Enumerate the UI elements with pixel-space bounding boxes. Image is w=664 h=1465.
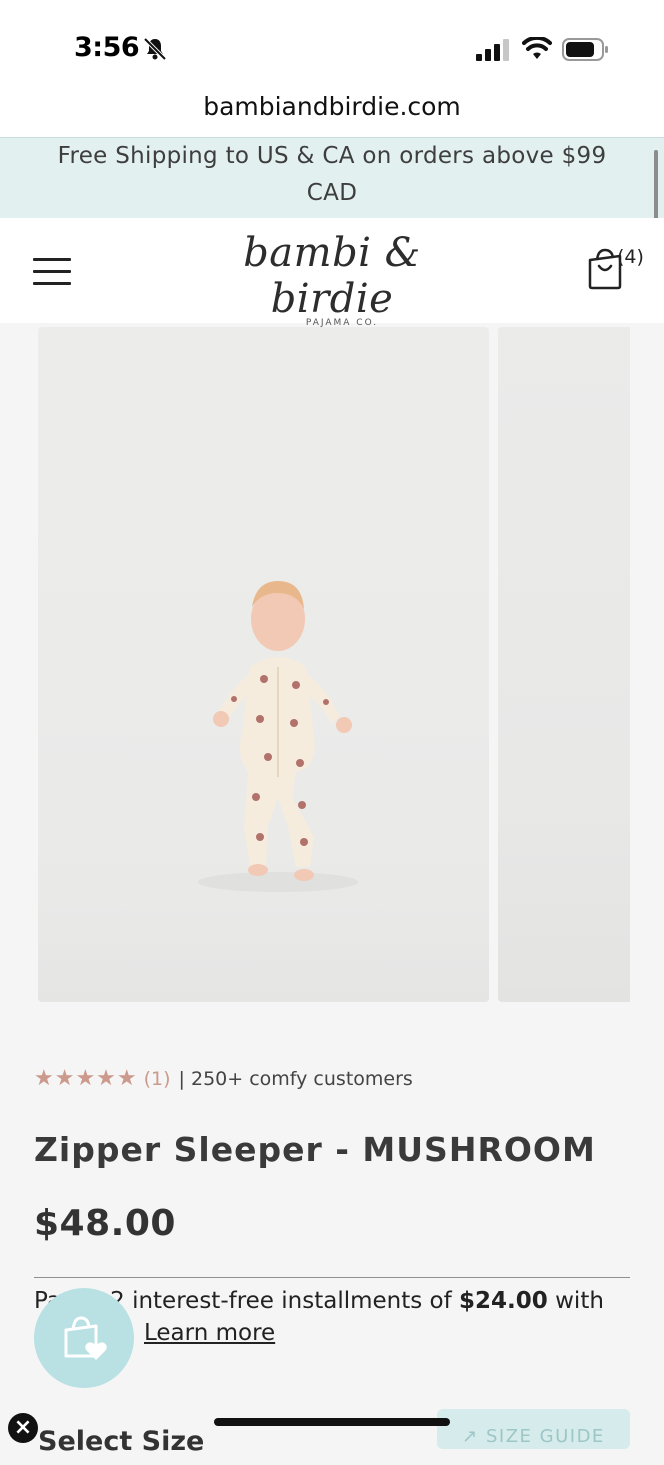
url-bar[interactable]: bambiandbirdie.com bbox=[0, 92, 664, 121]
logo[interactable]: bambi & birdie PAJAMA CO. bbox=[190, 230, 474, 328]
product-photo-main[interactable] bbox=[38, 327, 489, 1002]
product-price: $48.00 bbox=[34, 1203, 176, 1244]
product-title: Zipper Sleeper - MUSHROOM bbox=[34, 1130, 596, 1169]
product-photo-next[interactable] bbox=[498, 327, 630, 1002]
site-header: bambi & birdie PAJAMA CO. (4) bbox=[0, 218, 664, 328]
review-count[interactable]: (1) bbox=[144, 1068, 171, 1090]
baby-in-sleeper-illustration bbox=[198, 581, 358, 892]
close-icon[interactable]: × bbox=[8, 1413, 38, 1443]
signal-icon bbox=[476, 39, 510, 65]
rating-stars: ★★★★★ bbox=[34, 1066, 138, 1091]
cart-count[interactable]: (4) bbox=[617, 246, 644, 268]
installment-amount: $24.00 bbox=[459, 1288, 548, 1314]
size-guide-button[interactable]: ↗ SIZE GUIDE bbox=[437, 1409, 630, 1449]
bell-slash-icon bbox=[142, 36, 168, 66]
wishlist-bag-heart-icon bbox=[64, 1316, 107, 1360]
learn-more-link[interactable]: Learn more bbox=[144, 1320, 275, 1346]
installments-suffix: with bbox=[555, 1288, 604, 1314]
announcement-text: Free Shipping to US & CA on orders above… bbox=[57, 143, 607, 206]
divider bbox=[34, 1277, 630, 1278]
hamburger-menu-icon[interactable] bbox=[33, 258, 71, 286]
announcement-bar: Free Shipping to US & CA on orders above… bbox=[0, 137, 664, 219]
customers-text: | 250+ comfy customers bbox=[178, 1067, 413, 1090]
logo-main-text: bambi & birdie bbox=[243, 230, 421, 322]
wishlist-button[interactable] bbox=[34, 1288, 134, 1388]
battery-icon bbox=[562, 38, 610, 66]
home-indicator[interactable] bbox=[214, 1418, 450, 1426]
wifi-icon bbox=[522, 35, 552, 65]
select-size-label: Select Size bbox=[38, 1426, 205, 1457]
status-time: 3:56 bbox=[74, 32, 140, 63]
rating-row[interactable]: ★★★★★ (1) | 250+ comfy customers bbox=[34, 1066, 413, 1091]
